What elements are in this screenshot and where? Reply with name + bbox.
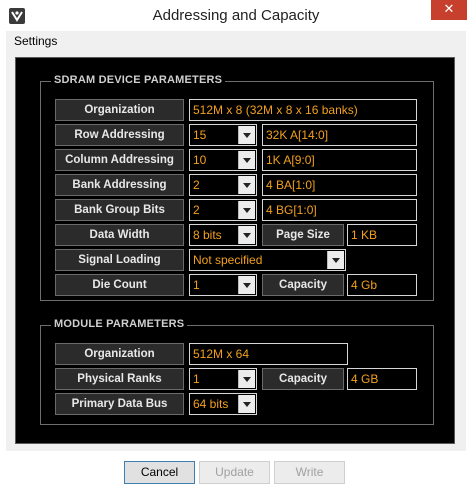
data-width-select[interactable]: 8 bits [189, 224, 257, 246]
sdram-capacity-label: Capacity [262, 274, 344, 296]
chevron-down-icon[interactable] [238, 276, 255, 294]
die-count-value: 1 [193, 278, 200, 292]
row-addressing-label: Row Addressing [55, 124, 184, 146]
physical-ranks-label: Physical Ranks [55, 368, 184, 390]
page-size-label: Page Size [262, 224, 344, 246]
die-count-select[interactable]: 1 [189, 274, 257, 296]
bank-group-bits-detail: 4 BG[1:0] [262, 199, 417, 221]
column-addressing-label: Column Addressing [55, 149, 184, 171]
module-capacity-label: Capacity [262, 368, 344, 390]
close-button[interactable]: ✕ [431, 0, 467, 20]
bank-addressing-label: Bank Addressing [55, 174, 184, 196]
chevron-down-icon[interactable] [238, 151, 255, 169]
write-button[interactable]: Write [274, 461, 345, 484]
bank-group-bits-select[interactable]: 2 [189, 199, 257, 221]
sdram-capacity-value: 4 Gb [347, 274, 417, 296]
chevron-down-icon[interactable] [238, 201, 255, 219]
sdram-group-title: SDRAM DEVICE PARAMETERS [51, 74, 226, 86]
signal-loading-label: Signal Loading [55, 249, 184, 271]
module-organization-value: 512M x 64 [189, 343, 348, 365]
die-count-label: Die Count [55, 274, 184, 296]
module-capacity-value: 4 GB [347, 368, 417, 390]
row-addressing-detail: 32K A[14:0] [262, 124, 417, 146]
bank-addressing-value: 2 [193, 178, 200, 192]
data-width-label: Data Width [55, 224, 184, 246]
bank-group-bits-label: Bank Group Bits [55, 199, 184, 221]
column-addressing-value: 10 [193, 153, 207, 167]
menu-bar: Settings [6, 31, 466, 51]
update-button[interactable]: Update [199, 461, 270, 484]
primary-data-bus-value: 64 bits [193, 397, 229, 411]
menu-settings[interactable]: Settings [14, 34, 57, 48]
row-addressing-select[interactable]: 15 [189, 124, 257, 146]
chevron-down-icon[interactable] [238, 176, 255, 194]
primary-data-bus-select[interactable]: 64 bits [189, 393, 257, 415]
physical-ranks-select[interactable]: 1 [189, 368, 257, 390]
parameters-panel: SDRAM DEVICE PARAMETERS Organization 512… [15, 57, 455, 444]
physical-ranks-value: 1 [193, 372, 200, 386]
window-title: Addressing and Capacity [152, 7, 320, 24]
primary-data-bus-label: Primary Data Bus [55, 393, 184, 415]
column-addressing-detail: 1K A[9:0] [262, 149, 417, 171]
chevron-down-icon[interactable] [327, 251, 344, 269]
title-bar: Addressing and Capacity ✕ [0, 0, 472, 31]
bank-group-bits-value: 2 [193, 203, 200, 217]
signal-loading-value: Not specified [193, 253, 263, 267]
bank-addressing-detail: 4 BA[1:0] [262, 174, 417, 196]
sdram-organization-label: Organization [55, 99, 184, 121]
module-organization-label: Organization [55, 343, 184, 365]
chevron-down-icon[interactable] [238, 395, 255, 413]
signal-loading-select[interactable]: Not specified [189, 249, 346, 271]
cancel-button[interactable]: Cancel [124, 461, 195, 484]
page-size-value: 1 KB [347, 224, 417, 246]
chevron-down-icon[interactable] [238, 126, 255, 144]
column-addressing-select[interactable]: 10 [189, 149, 257, 171]
bank-addressing-select[interactable]: 2 [189, 174, 257, 196]
chevron-down-icon[interactable] [238, 226, 255, 244]
module-group-title: MODULE PARAMETERS [51, 318, 188, 330]
chevron-down-icon[interactable] [238, 370, 255, 388]
sdram-organization-value: 512M x 8 (32M x 8 x 16 banks) [189, 99, 417, 121]
data-width-value: 8 bits [193, 228, 222, 242]
row-addressing-value: 15 [193, 128, 207, 142]
